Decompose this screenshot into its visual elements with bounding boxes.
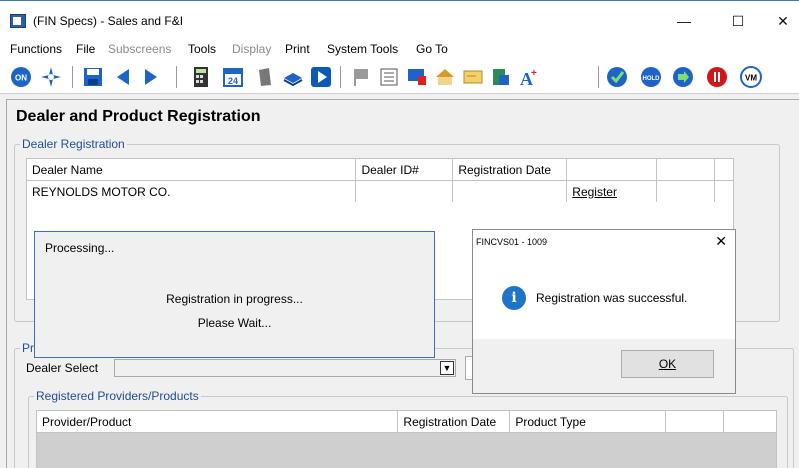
products-table-header: Provider/Product Registration Date Produ…	[35, 410, 777, 433]
card-icon[interactable]	[462, 66, 484, 88]
register-link[interactable]: Register	[566, 180, 658, 203]
dealer-table-header: Dealer Name Dealer ID# Registration Date	[25, 158, 734, 181]
registration-date-cell	[452, 180, 568, 203]
book-icon[interactable]	[282, 66, 304, 88]
dealer-id-cell	[355, 180, 454, 203]
header-registration-date: Registration Date	[452, 158, 568, 181]
table-row[interactable]: REYNOLDS MOTOR CO. Register	[25, 180, 734, 203]
header-product-extra-2	[723, 410, 777, 433]
monitor-icon[interactable]	[406, 66, 428, 88]
menu-functions[interactable]: Functions	[10, 42, 62, 56]
vm-icon[interactable]: VM	[740, 66, 762, 88]
dealer-table: Dealer Name Dealer ID# Registration Date…	[25, 158, 734, 203]
svg-text:24: 24	[228, 76, 238, 86]
header-product-registration-date: Registration Date	[397, 410, 511, 433]
processing-title: Processing...	[45, 241, 115, 255]
back-arrow-icon[interactable]	[112, 66, 134, 88]
minimize-button[interactable]: —	[664, 7, 704, 35]
maximize-button[interactable]: ☐	[718, 7, 758, 35]
header-dealer-id: Dealer ID#	[355, 158, 454, 181]
processing-line-2: Please Wait...	[197, 316, 272, 330]
menu-file[interactable]: File	[76, 42, 95, 56]
toolbar: ON 24 A + HOLD VM	[0, 60, 799, 94]
title-bar: (FIN Specs) - Sales and F&I — ☐ ✕	[0, 0, 799, 40]
extra-cell-1	[656, 180, 715, 203]
products-table: Provider/Product Registration Date Produ…	[35, 410, 777, 433]
dealer-select-dropdown[interactable]: ▼	[114, 359, 456, 377]
app-icon	[10, 14, 26, 28]
header-product-extra-1	[665, 410, 725, 433]
svg-text:HOLD: HOLD	[643, 76, 661, 82]
processing-line-1: Registration in progress...	[166, 292, 303, 306]
header-extra-1	[656, 158, 715, 181]
home-icon[interactable]	[434, 66, 456, 88]
svg-text:ON: ON	[15, 74, 27, 83]
message-box-footer: OK	[473, 339, 735, 393]
dealer-registration-legend: Dealer Registration	[20, 137, 127, 151]
processing-dialog: Processing... Registration in progress..…	[34, 231, 435, 358]
list-icon[interactable]	[378, 66, 400, 88]
save-icon[interactable]	[82, 66, 104, 88]
forward-arrow-icon[interactable]	[140, 66, 162, 88]
registered-products-legend: Registered Providers/Products	[34, 389, 201, 403]
on-button-icon[interactable]: ON	[10, 66, 32, 88]
dealer-name-cell: REYNOLDS MOTOR CO.	[25, 180, 357, 203]
message-box: FINCVS01 - 1009 ✕ i Registration was suc…	[472, 229, 736, 394]
calendar-icon[interactable]: 24	[222, 66, 244, 88]
flag-icon[interactable]	[350, 66, 372, 88]
page-title: Dealer and Product Registration	[16, 108, 261, 125]
menu-system-tools[interactable]: System Tools	[327, 42, 398, 56]
next-arrow-icon[interactable]	[672, 66, 694, 88]
extra-cell-2	[714, 180, 734, 203]
menu-tools[interactable]: Tools	[188, 42, 216, 56]
header-extra-2	[714, 158, 734, 181]
stop-icon[interactable]	[706, 66, 728, 88]
checkmark-icon[interactable]	[606, 66, 628, 88]
compass-icon[interactable]	[40, 66, 62, 88]
svg-text:VM: VM	[745, 74, 757, 83]
message-text: Registration was successful.	[536, 291, 688, 305]
menu-go-to[interactable]: Go To	[416, 42, 448, 56]
header-action	[566, 158, 658, 181]
header-dealer-name: Dealer Name	[25, 158, 357, 181]
menu-display[interactable]: Display	[232, 42, 271, 56]
font-size-icon[interactable]: A +	[518, 66, 540, 88]
play-icon[interactable]	[310, 66, 332, 88]
window-title: (FIN Specs) - Sales and F&I	[33, 14, 184, 28]
ok-button-label: OK	[658, 357, 677, 371]
hold-icon[interactable]: HOLD	[640, 66, 662, 88]
svg-text:+: +	[531, 68, 537, 79]
calculator-icon[interactable]	[190, 66, 212, 88]
export-icon[interactable]	[490, 66, 512, 88]
menu-bar: Functions File Subscreens Tools Display …	[0, 40, 799, 60]
ok-button[interactable]: OK	[621, 350, 714, 378]
message-box-title: FINCVS01 - 1009	[476, 237, 548, 247]
info-icon: i	[502, 286, 526, 310]
header-provider-product: Provider/Product	[35, 410, 399, 433]
menu-subscreens[interactable]: Subscreens	[108, 42, 171, 56]
close-button[interactable]: ✕	[763, 7, 799, 35]
header-product-type: Product Type	[509, 410, 667, 433]
chevron-down-icon[interactable]: ▼	[440, 361, 454, 375]
close-icon[interactable]: ✕	[715, 233, 727, 250]
menu-print[interactable]: Print	[285, 42, 310, 56]
products-table-body	[36, 433, 777, 468]
dealer-select-label: Dealer Select	[26, 361, 99, 375]
document-icon[interactable]	[254, 66, 276, 88]
